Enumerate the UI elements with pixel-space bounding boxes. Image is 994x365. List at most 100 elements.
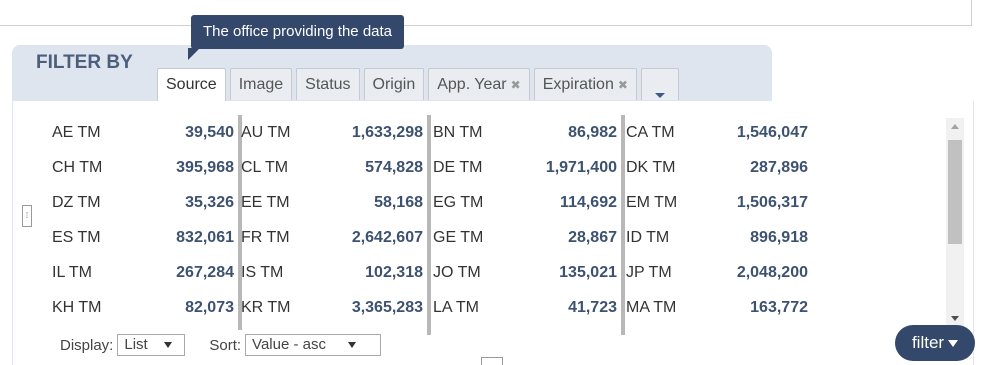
more-tabs-button[interactable] <box>640 68 679 100</box>
list-item[interactable]: GE TM 28,867 <box>433 220 621 255</box>
close-icon[interactable]: ✖ <box>511 78 521 92</box>
item-count: 163,772 <box>750 299 808 316</box>
item-count: 395,968 <box>176 159 234 176</box>
list-item[interactable]: CL TM 574,828 <box>241 150 427 185</box>
item-name: EE TM <box>241 194 290 211</box>
item-name: ID TM <box>626 229 670 246</box>
chevron-down-icon <box>163 342 172 348</box>
tooltip-arrow <box>188 48 200 60</box>
item-count: 267,284 <box>176 264 234 281</box>
display-label: Display: <box>60 336 114 354</box>
item-name: CH TM <box>52 159 103 176</box>
item-count: 28,867 <box>568 229 617 246</box>
item-name: DK TM <box>626 159 676 176</box>
filter-tabs: Source Image Status Origin App. Year ✖ Expirat… <box>157 68 683 102</box>
item-count: 1,546,047 <box>736 124 808 141</box>
tab-expiration[interactable]: Expiration ✖ <box>533 68 637 100</box>
list-item[interactable]: CA TM 1,546,047 <box>626 115 812 150</box>
sort-select[interactable]: Value - asc <box>245 334 382 356</box>
list-item[interactable]: AE TM 39,540 <box>52 115 238 150</box>
results-column: BN TM 86,982 DE TM 1,971,400 EG TM 114,692 GE … <box>433 115 625 335</box>
list-item[interactable]: CH TM 395,968 <box>52 150 238 185</box>
close-icon[interactable]: ✖ <box>618 78 628 92</box>
list-item[interactable]: LA TM 41,723 <box>433 290 621 325</box>
item-count: 832,061 <box>176 229 234 246</box>
list-item[interactable]: BN TM 86,982 <box>433 115 621 150</box>
tab-app-year[interactable]: App. Year ✖ <box>428 68 530 100</box>
item-count: 86,982 <box>568 124 617 141</box>
filter-button-label: filter <box>911 333 945 352</box>
item-count: 114,692 <box>560 194 617 211</box>
item-name: CL TM <box>241 159 289 176</box>
list-item[interactable]: IL TM 267,284 <box>52 255 238 290</box>
chevron-down-icon <box>654 93 665 98</box>
list-item[interactable]: EM TM 1,506,317 <box>626 185 812 220</box>
list-item[interactable]: DK TM 287,896 <box>626 150 812 185</box>
item-name: GE TM <box>433 229 484 246</box>
item-name: ES TM <box>52 229 101 246</box>
scroll-down-arrow-icon[interactable] <box>951 316 959 321</box>
bottom-resize-handle[interactable] <box>481 357 503 365</box>
list-item[interactable]: KR TM 3,365,283 <box>241 290 427 325</box>
item-count: 102,318 <box>365 264 423 281</box>
tab-origin[interactable]: Origin <box>363 68 425 100</box>
item-name: DE TM <box>433 159 483 176</box>
results-grid: AE TM 39,540 CH TM 395,968 DZ TM 35,326 ES TM 8… <box>52 115 822 335</box>
scroll-up-arrow-icon[interactable] <box>951 124 959 129</box>
results-column: AU TM 1,633,298 CL TM 574,828 EE TM 58,168 FR … <box>241 115 431 335</box>
tab-label: Expiration <box>542 76 614 93</box>
list-item[interactable]: DE TM 1,971,400 <box>433 150 621 185</box>
item-count: 39,540 <box>185 124 234 141</box>
item-name: EM TM <box>626 194 678 211</box>
list-item[interactable]: ES TM 832,061 <box>52 220 238 255</box>
item-count: 574,828 <box>365 159 423 176</box>
list-item[interactable]: JP TM 2,048,200 <box>626 255 812 290</box>
item-name: KR TM <box>241 299 291 316</box>
tab-label: Image <box>238 76 284 93</box>
tab-label: Origin <box>372 76 416 93</box>
list-item[interactable]: EE TM 58,168 <box>241 185 427 220</box>
list-item[interactable]: MA TM 163,772 <box>626 290 812 325</box>
list-item[interactable]: ID TM 896,918 <box>626 220 812 255</box>
item-count: 1,971,400 <box>545 159 617 176</box>
tab-source[interactable]: Source <box>157 68 226 102</box>
item-name: JO TM <box>433 264 481 281</box>
list-item[interactable]: FR TM 2,642,607 <box>241 220 427 255</box>
display-select[interactable]: List <box>117 334 186 356</box>
item-name: MA TM <box>626 299 677 316</box>
display-select-value: List <box>124 336 148 353</box>
sort-select-value: Value - asc <box>252 336 326 353</box>
results-column: CA TM 1,546,047 DK TM 287,896 EM TM 1,506,317… <box>626 115 812 335</box>
filter-button[interactable]: filter <box>895 325 975 361</box>
item-count: 287,896 <box>750 159 808 176</box>
tab-image[interactable]: Image <box>229 68 293 100</box>
scrollbar-thumb[interactable] <box>948 140 962 244</box>
item-name: KH TM <box>52 299 102 316</box>
list-item[interactable]: IS TM 102,318 <box>241 255 427 290</box>
list-item[interactable]: AU TM 1,633,298 <box>241 115 427 150</box>
item-count: 1,506,317 <box>736 194 808 211</box>
list-item[interactable]: EG TM 114,692 <box>433 185 621 220</box>
sort-label: Sort: <box>209 336 242 354</box>
tab-status[interactable]: Status <box>296 68 360 100</box>
tooltip: The office providing the data <box>191 15 405 49</box>
item-name: BN TM <box>433 124 483 141</box>
item-count: 2,048,200 <box>736 264 808 281</box>
item-count: 135,021 <box>559 264 617 281</box>
tab-label: App. Year <box>437 76 507 93</box>
tab-label: Status <box>305 76 351 93</box>
list-item[interactable]: KH TM 82,073 <box>52 290 238 325</box>
item-count: 2,642,607 <box>351 229 423 246</box>
list-item[interactable]: JO TM 135,021 <box>433 255 621 290</box>
item-count: 1,633,298 <box>351 124 423 141</box>
list-item[interactable]: DZ TM 35,326 <box>52 185 238 220</box>
item-name: JP TM <box>626 264 672 281</box>
item-name: CA TM <box>626 124 675 141</box>
chevron-down-icon <box>347 342 356 348</box>
results-column: AE TM 39,540 CH TM 395,968 DZ TM 35,326 ES TM 8… <box>52 115 242 335</box>
filter-by-title: FILTER BY <box>36 52 133 73</box>
tab-label: Source <box>166 76 217 93</box>
item-count: 3,365,283 <box>351 299 423 316</box>
item-count: 41,723 <box>568 299 617 316</box>
side-resize-handle[interactable]: ⁞ <box>22 205 32 227</box>
